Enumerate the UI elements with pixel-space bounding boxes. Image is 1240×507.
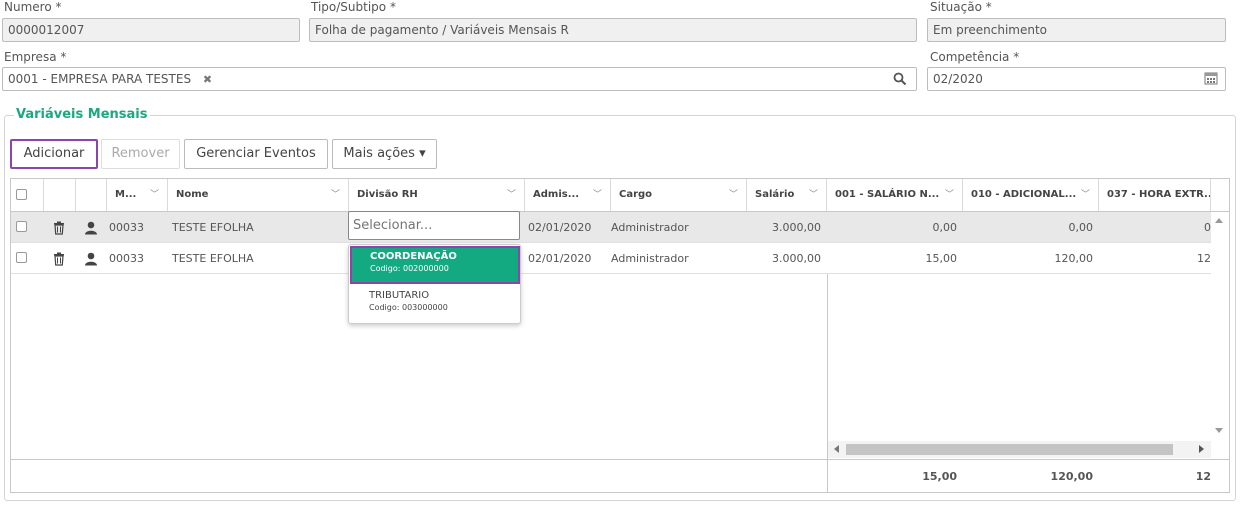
row-checkbox[interactable] — [16, 252, 27, 263]
situacao-label: Situação * — [930, 0, 992, 14]
column-header-nome[interactable]: Nome ﹀ — [168, 179, 349, 211]
situacao-field[interactable]: Em preenchimento — [927, 18, 1226, 42]
header-user-col — [76, 179, 107, 211]
numero-field[interactable]: 0000012007 — [2, 18, 300, 42]
vertical-scrollbar[interactable] — [1211, 212, 1229, 458]
competencia-field[interactable]: 02/2020 — [927, 67, 1226, 91]
cell-cargo: Administrador — [611, 252, 689, 265]
grid-footer: 15,00 120,00 12 — [11, 459, 1229, 492]
column-header-cargo[interactable]: Cargo ﹀ — [611, 179, 747, 211]
scroll-thumb[interactable] — [846, 444, 1173, 455]
cell-010: 120,00 — [1054, 252, 1094, 265]
caret-down-icon: ▾ — [419, 146, 426, 161]
empresa-value: 0001 - EMPRESA PARA TESTES — [8, 72, 192, 86]
cell-nome: TESTE EFOLHA — [172, 252, 254, 265]
option-title: TRIBUTARIO — [369, 290, 430, 301]
cell-salario: 3.000,00 — [772, 252, 821, 265]
tipo-field[interactable]: Folha de pagamento / Variáveis Mensais R — [309, 18, 917, 42]
cell-037: 0 — [1204, 221, 1211, 234]
divisao-select-input[interactable] — [348, 211, 520, 240]
divisao-dropdown: COORDENAÇÃO Codigo: 002000000 TRIBUTARIO… — [348, 244, 521, 324]
empresa-label: Empresa * — [4, 50, 67, 64]
remover-button[interactable]: Remover — [101, 139, 180, 169]
total-001: 15,00 — [922, 470, 957, 483]
cell-matricula: 00033 — [109, 252, 144, 265]
horizontal-scrollbar[interactable] — [828, 441, 1211, 458]
cell-admissao: 02/01/2020 — [528, 252, 592, 265]
column-header-salario[interactable]: Salário ﹀ — [747, 179, 827, 211]
adicionar-button[interactable]: Adicionar — [10, 139, 98, 169]
calendar-icon[interactable] — [1204, 71, 1218, 85]
scroll-right-icon[interactable] — [1199, 445, 1204, 453]
column-header-matricula[interactable]: M... ﹀ — [107, 179, 168, 211]
user-icon[interactable] — [84, 221, 98, 235]
cell-nome: TESTE EFOLHA — [172, 221, 254, 234]
scroll-up-icon[interactable] — [1215, 218, 1223, 223]
trash-icon[interactable] — [52, 252, 66, 266]
competencia-value: 02/2020 — [933, 72, 983, 86]
section-title: Variáveis Mensais — [14, 107, 150, 122]
option-code: Codigo: 002000000 — [370, 264, 449, 273]
header-select-cell — [11, 179, 44, 211]
mais-acoes-label: Mais ações — [343, 146, 415, 161]
cell-001: 15,00 — [925, 252, 958, 265]
scroll-left-icon[interactable] — [834, 445, 839, 453]
select-all-checkbox[interactable] — [16, 189, 27, 200]
column-header-admissao[interactable]: Admis... ﹀ — [525, 179, 611, 211]
total-010: 120,00 — [1050, 470, 1093, 483]
column-header-divisao[interactable]: Divisão RH ﹀ — [349, 179, 525, 211]
column-header-010[interactable]: 010 - ADICIONAL... ﹀ — [963, 179, 1099, 211]
trash-icon[interactable] — [52, 221, 66, 235]
numero-label: Numero * — [4, 0, 62, 14]
search-icon[interactable] — [893, 72, 907, 86]
table-row[interactable]: 00033 TESTE EFOLHA 02/01/2020 Administra… — [11, 212, 1211, 243]
dropdown-option-tributario[interactable]: TRIBUTARIO Codigo: 003000000 — [349, 285, 519, 323]
competencia-label: Competência * — [930, 50, 1020, 64]
dropdown-option-coordenacao[interactable]: COORDENAÇÃO Codigo: 002000000 — [350, 246, 520, 284]
option-title: COORDENAÇÃO — [370, 251, 457, 262]
row-checkbox[interactable] — [16, 221, 27, 232]
cell-admissao: 02/01/2020 — [528, 221, 592, 234]
column-header-001[interactable]: 001 - SALÁRIO N... ﹀ — [827, 179, 963, 211]
tipo-label: Tipo/Subtipo * — [311, 0, 396, 14]
cell-010: 0,00 — [1068, 221, 1094, 234]
gerenciar-eventos-button[interactable]: Gerenciar Eventos — [184, 139, 328, 169]
grid-header: M... ﹀ Nome ﹀ Divisão RH ﹀ Admis... ﹀ Cargo ﹀… — [11, 179, 1229, 212]
header-delete-col — [44, 179, 76, 211]
cell-matricula: 00033 — [109, 221, 144, 234]
table-row[interactable]: 00033 TESTE EFOLHA 02/01/2020 Administra… — [11, 243, 1211, 274]
column-header-037[interactable]: 037 - HORA EXTR... — [1099, 179, 1211, 211]
option-code: Codigo: 003000000 — [369, 303, 448, 312]
clear-icon[interactable]: ✖ — [203, 73, 212, 86]
data-grid: M... ﹀ Nome ﹀ Divisão RH ﹀ Admis... ﹀ Cargo ﹀… — [10, 178, 1230, 493]
mais-acoes-button[interactable]: Mais ações ▾ — [332, 139, 437, 169]
cell-001: 0,00 — [932, 221, 958, 234]
cell-cargo: Administrador — [611, 221, 689, 234]
total-037: 12 — [1195, 470, 1211, 483]
scroll-down-icon[interactable] — [1215, 428, 1223, 433]
cell-037: 12 — [1197, 252, 1211, 265]
user-icon[interactable] — [84, 252, 98, 266]
empresa-field[interactable]: 0001 - EMPRESA PARA TESTES ✖ — [2, 67, 917, 91]
cell-salario: 3.000,00 — [772, 221, 821, 234]
